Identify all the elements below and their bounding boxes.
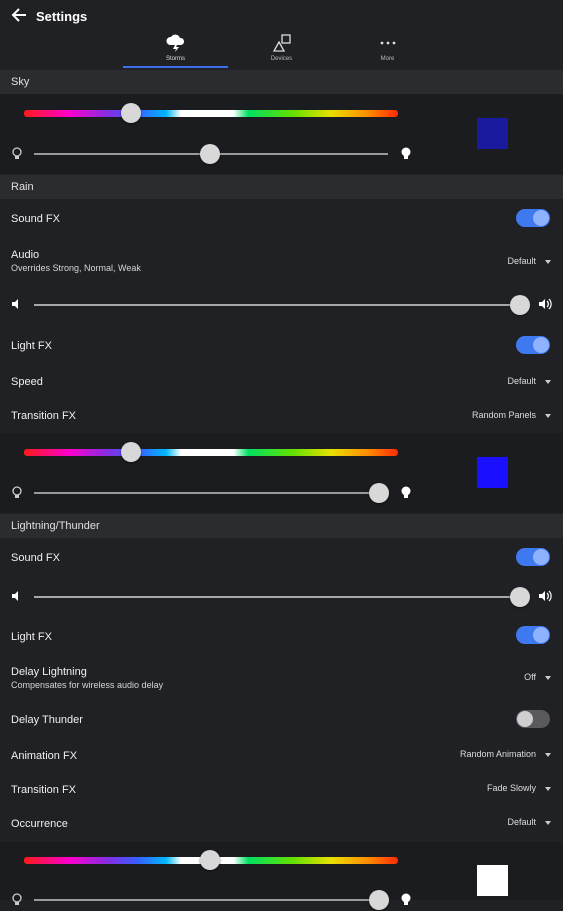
lightning-brightness-track[interactable] [34, 899, 388, 901]
rain-audio-row[interactable]: Audio Overrides Strong, Normal, Weak Def… [0, 244, 563, 280]
rain-transition-fx-row[interactable]: Transition FX Random Panels [0, 400, 563, 430]
rain-sound-fx-label: Sound FX [11, 213, 60, 225]
tab-devices-label: Devices [270, 56, 293, 62]
section-title-sky: Sky [11, 76, 30, 88]
bright-bulb-icon [400, 485, 412, 504]
rain-transition-fx-value: Random Panels [471, 410, 536, 420]
delay-lightning-dropdown[interactable]: Off [524, 672, 551, 682]
rain-light-fx-row[interactable]: Light FX [0, 328, 563, 362]
lightning-transition-fx-row[interactable]: Transition FX Fade Slowly [0, 774, 563, 804]
lightning-brightness-thumb[interactable] [369, 890, 389, 910]
lightning-hue-thumb[interactable] [200, 850, 220, 870]
rain-audio-sub: Overrides Strong, Normal, Weak [11, 263, 141, 273]
rain-speed-label: Speed [11, 376, 43, 388]
animation-fx-value: Random Animation [459, 749, 536, 759]
sky-hue-thumb[interactable] [121, 103, 141, 123]
rain-color-swatch[interactable] [477, 457, 508, 488]
lightning-light-fx-toggle[interactable] [516, 626, 550, 644]
devices-shapes-icon [229, 34, 334, 52]
rain-hue-thumb[interactable] [121, 442, 141, 462]
occurrence-dropdown[interactable]: Default [507, 817, 551, 827]
lightning-light-fx-label: Light FX [11, 631, 52, 643]
rain-audio-dropdown[interactable]: Default [507, 256, 551, 266]
sky-color-panel [0, 94, 563, 174]
tab-devices[interactable]: Devices [229, 32, 334, 66]
rain-brightness-track[interactable] [34, 492, 388, 494]
volume-low-icon [11, 298, 23, 313]
delay-lightning-sub: Compensates for wireless audio delay [11, 680, 164, 690]
rain-light-fx-toggle[interactable] [516, 336, 550, 354]
lightning-sound-fx-toggle[interactable] [516, 548, 550, 566]
occurrence-row[interactable]: Occurrence Default [0, 808, 563, 838]
rain-volume-track[interactable] [34, 304, 520, 306]
rain-audio-value: Default [507, 256, 536, 266]
delay-thunder-label: Delay Thunder [11, 714, 83, 726]
section-header-sky: Sky [0, 70, 563, 94]
delay-lightning-row[interactable]: Delay Lightning Compensates for wireless… [0, 662, 563, 696]
sky-color-swatch[interactable] [477, 118, 508, 149]
bright-bulb-icon [400, 892, 412, 911]
section-title-rain: Rain [11, 181, 34, 193]
rain-color-panel [0, 433, 563, 513]
rain-sound-fx-row[interactable]: Sound FX [0, 200, 563, 236]
rain-speed-dropdown[interactable]: Default [507, 376, 551, 386]
rain-volume-thumb[interactable] [510, 295, 530, 315]
lightning-volume-row [0, 582, 563, 612]
more-dots-icon [335, 34, 440, 52]
section-header-lightning: Lightning/Thunder [0, 514, 563, 538]
sky-hue-slider[interactable] [24, 110, 398, 117]
dim-bulb-icon [11, 146, 23, 165]
lightning-transition-fx-dropdown[interactable]: Fade Slowly [487, 783, 551, 793]
lightning-light-fx-row[interactable]: Light FX [0, 620, 563, 654]
lightning-transition-fx-label: Transition FX [11, 784, 77, 796]
back-arrow-icon[interactable] [8, 6, 30, 28]
lightning-color-swatch[interactable] [477, 865, 508, 896]
animation-fx-label: Animation FX [11, 750, 78, 762]
rain-audio-label: Audio [11, 249, 40, 261]
rain-transition-fx-dropdown[interactable]: Random Panels [472, 410, 551, 420]
tab-storms[interactable]: Storms [123, 32, 228, 66]
delay-lightning-value: Off [524, 672, 536, 682]
volume-high-icon [538, 297, 554, 314]
rain-hue-slider[interactable] [24, 449, 398, 456]
lightning-volume-track[interactable] [34, 596, 520, 598]
lightning-transition-fx-value: Fade Slowly [486, 783, 536, 793]
lightning-volume-thumb[interactable] [510, 587, 530, 607]
rain-speed-value: Default [507, 376, 536, 386]
storm-cloud-icon [123, 34, 228, 52]
rain-volume-row [0, 290, 563, 320]
rain-brightness-thumb[interactable] [369, 483, 389, 503]
sky-brightness-thumb[interactable] [200, 144, 220, 164]
dim-bulb-icon [11, 892, 23, 911]
tab-more-label: More [380, 56, 395, 62]
lightning-sound-fx-row[interactable]: Sound FX [0, 540, 563, 576]
volume-high-icon [538, 589, 554, 606]
section-header-rain: Rain [0, 175, 563, 199]
animation-fx-dropdown[interactable]: Random Animation [460, 749, 551, 759]
active-tab-indicator [123, 66, 228, 68]
rain-transition-fx-label: Transition FX [11, 410, 77, 422]
volume-low-icon [11, 590, 23, 605]
animation-fx-row[interactable]: Animation FX Random Animation [0, 740, 563, 770]
rain-light-fx-label: Light FX [11, 340, 52, 352]
occurrence-value: Default [507, 817, 536, 827]
occurrence-label: Occurrence [11, 818, 68, 830]
tab-more[interactable]: More [335, 32, 440, 66]
page-title: Settings [36, 9, 88, 24]
bright-bulb-icon [400, 146, 412, 165]
section-title-lightning: Lightning/Thunder [11, 520, 100, 532]
delay-thunder-row[interactable]: Delay Thunder [0, 704, 563, 736]
top-app-bar: Settings Storms Devices More [0, 0, 563, 70]
rain-sound-fx-toggle[interactable] [516, 209, 550, 227]
lightning-color-panel [0, 842, 563, 910]
tab-storms-label: Storms [165, 56, 185, 62]
delay-thunder-toggle[interactable] [516, 710, 550, 728]
delay-lightning-label: Delay Lightning [11, 666, 87, 678]
dim-bulb-icon [11, 485, 23, 504]
lightning-sound-fx-label: Sound FX [11, 552, 60, 564]
rain-speed-row[interactable]: Speed Default [0, 366, 563, 396]
